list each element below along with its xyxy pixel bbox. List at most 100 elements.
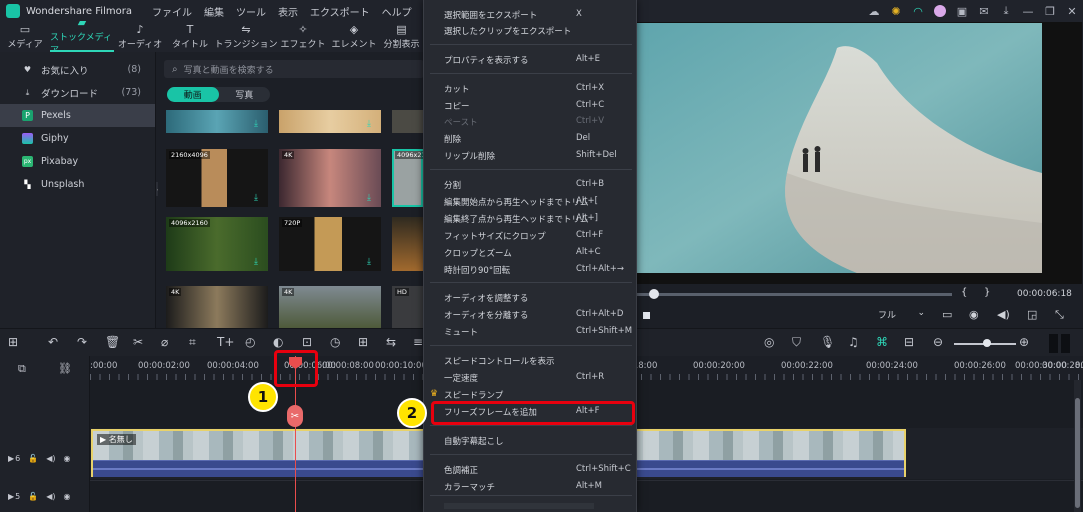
delete-icon[interactable]: 🗑: [105, 335, 120, 349]
zoom-out-icon[interactable]: ⊖: [933, 335, 943, 349]
context-menu-item[interactable]: 削除 Del: [424, 130, 638, 147]
media-thumbnail[interactable]: ⤓: [166, 110, 268, 133]
cloud-icon[interactable]: ☁: [863, 0, 885, 22]
sidebar-item-pexels[interactable]: P Pexels: [0, 104, 155, 127]
media-thumbnail-selected[interactable]: 4096x2160: [392, 149, 423, 207]
context-menu-item[interactable]: オーディオを分離する Ctrl+Alt+D: [424, 306, 638, 323]
context-menu-item[interactable]: 色調補正 Ctrl+Shift+C: [424, 461, 638, 478]
speaker-icon[interactable]: ◀): [46, 454, 55, 463]
link-icon[interactable]: ⛓: [58, 362, 72, 375]
timer-icon[interactable]: ◷: [330, 335, 340, 349]
menu-edit[interactable]: 編集: [204, 4, 224, 19]
undo-icon[interactable]: ↶: [48, 335, 58, 349]
sidebar-item-pixabay[interactable]: px Pixabay: [0, 150, 155, 173]
fit-icon[interactable]: ⊞: [358, 335, 368, 349]
save-icon[interactable]: ▣: [951, 0, 973, 22]
pip-icon[interactable]: ◲: [1027, 308, 1037, 321]
support-icon[interactable]: ◠: [907, 0, 929, 22]
microphone-icon[interactable]: 🎙: [820, 335, 835, 349]
context-menu-item[interactable]: カット Ctrl+X: [424, 80, 638, 97]
tab-media[interactable]: ▭ メディア: [0, 22, 50, 52]
stop-button[interactable]: [643, 312, 650, 319]
avatar[interactable]: [929, 0, 951, 22]
media-thumbnail[interactable]: HD: [392, 286, 423, 328]
minimize-icon[interactable]: —: [1017, 0, 1039, 22]
context-menu-item[interactable]: リップル削除 Shift+Del: [424, 147, 638, 164]
view-toggle-button[interactable]: [1061, 334, 1070, 353]
layout-grid-icon[interactable]: ⊞: [8, 335, 18, 349]
motion-icon[interactable]: ⇆: [386, 335, 396, 349]
text-tool-icon[interactable]: T+: [217, 335, 234, 349]
zoom-slider-handle[interactable]: [983, 339, 991, 347]
eye-icon[interactable]: ◉: [64, 492, 71, 501]
eye-icon[interactable]: ◉: [64, 454, 71, 463]
render-icon[interactable]: ◎: [764, 335, 774, 349]
media-thumbnail[interactable]: [392, 110, 423, 133]
color-icon[interactable]: ◐: [273, 335, 283, 349]
context-menu-item[interactable]: 時計回り90°回転 Ctrl+Alt+→: [424, 261, 638, 278]
mark-in-button[interactable]: {: [961, 287, 967, 298]
display-icon[interactable]: ▭: [942, 308, 952, 321]
bulb-icon[interactable]: ✺: [885, 0, 907, 22]
tag-icon[interactable]: ⌀: [161, 335, 168, 349]
scrollbar-thumb[interactable]: [1075, 398, 1080, 508]
sidebar-item-giphy[interactable]: Giphy: [0, 127, 155, 150]
context-menu-item[interactable]: クロップとズーム Alt+C: [424, 244, 638, 261]
quality-select[interactable]: フル ⌄: [874, 308, 929, 322]
media-thumbnail[interactable]: 4K: [279, 286, 381, 328]
split-scissors-icon[interactable]: ✂: [133, 335, 143, 349]
media-thumbnail[interactable]: [392, 217, 423, 271]
zoom-in-icon[interactable]: ⊕: [1019, 335, 1029, 349]
audio-mix-icon[interactable]: ♫: [848, 335, 859, 349]
context-menu-item[interactable]: 編集開始点から再生ヘッドまでトリム Alt+[: [424, 193, 638, 210]
fullscreen-icon[interactable]: ⤡: [1055, 308, 1064, 322]
crop-icon[interactable]: ⌗: [189, 335, 196, 350]
context-menu-item[interactable]: オーディオを調整する: [424, 289, 638, 306]
tab-transitions[interactable]: ⇋ トランジション: [214, 22, 278, 52]
mark-out-button[interactable]: }: [984, 287, 990, 298]
context-menu-item[interactable]: フィットサイズにクロップ Ctrl+F: [424, 227, 638, 244]
menu-help[interactable]: ヘルプ: [382, 4, 412, 19]
timeline-scrollbar[interactable]: [1074, 380, 1081, 512]
segment-video[interactable]: 動画: [167, 87, 219, 102]
menu-view[interactable]: 表示: [278, 4, 298, 19]
segment-photo[interactable]: 写真: [219, 87, 271, 102]
menu-file[interactable]: ファイル: [152, 4, 192, 19]
tab-split-screen[interactable]: ▤ 分割表示: [380, 22, 423, 52]
context-menu-item[interactable]: カラーマッチ Alt+M: [424, 478, 638, 495]
lock-icon[interactable]: 🔓: [28, 454, 38, 463]
tab-effects[interactable]: ✧ エフェクト: [278, 22, 328, 52]
tab-audio[interactable]: ♪ オーディオ: [114, 22, 166, 52]
sidebar-item-unsplash[interactable]: ▚ Unsplash: [0, 173, 155, 196]
tab-elements[interactable]: ◈ エレメント: [328, 22, 380, 52]
context-menu-item[interactable]: コピー Ctrl+C: [424, 97, 638, 114]
speaker-icon[interactable]: ◀): [46, 492, 55, 501]
snapshot-camera-icon[interactable]: ◉: [969, 308, 979, 321]
view-toggle-button[interactable]: [1049, 334, 1058, 353]
replace-icon[interactable]: ⊟: [904, 335, 914, 349]
context-menu-item[interactable]: 自動字幕起こし: [424, 432, 638, 449]
adjust-icon[interactable]: ≡: [413, 335, 423, 349]
tab-stock-media[interactable]: ▰ ストックメディア: [50, 17, 114, 56]
split-scissors-marker-icon[interactable]: ✂: [287, 405, 303, 427]
sidebar-item-downloads[interactable]: ⤓ ダウンロード (73): [0, 81, 155, 104]
media-thumbnail[interactable]: 4K: [166, 286, 268, 328]
context-menu-item[interactable]: プロパティを表示する Alt+E: [424, 51, 638, 68]
sidebar-item-favorites[interactable]: ♥ お気に入り (8): [0, 58, 155, 81]
download-arrow-icon[interactable]: ⤓: [995, 0, 1017, 22]
close-icon[interactable]: ✕: [1061, 0, 1083, 22]
context-menu-item[interactable]: 選択したクリップをエクスポート: [424, 22, 638, 39]
volume-icon[interactable]: ◀): [997, 308, 1010, 321]
context-menu-item[interactable]: ミュート Ctrl+Shift+M: [424, 323, 638, 340]
speed-icon[interactable]: ◴: [245, 335, 255, 349]
menu-tools[interactable]: ツール: [236, 4, 266, 19]
marker-shield-icon[interactable]: ⛉: [792, 335, 801, 350]
context-menu-item[interactable]: 編集終了点から再生ヘッドまでトリム Alt+]: [424, 210, 638, 227]
preview-scrubber[interactable]: [637, 293, 952, 296]
menu-export[interactable]: エクスポート: [310, 4, 370, 19]
mail-icon[interactable]: ✉: [973, 0, 995, 22]
search-input[interactable]: ⌕ 写真と動画を検索する: [164, 60, 423, 78]
lock-icon[interactable]: 🔓: [28, 492, 38, 501]
context-menu-item[interactable]: 分割 Ctrl+B: [424, 176, 638, 193]
media-thumbnail[interactable]: 4096x2160 ⤓: [166, 217, 268, 271]
